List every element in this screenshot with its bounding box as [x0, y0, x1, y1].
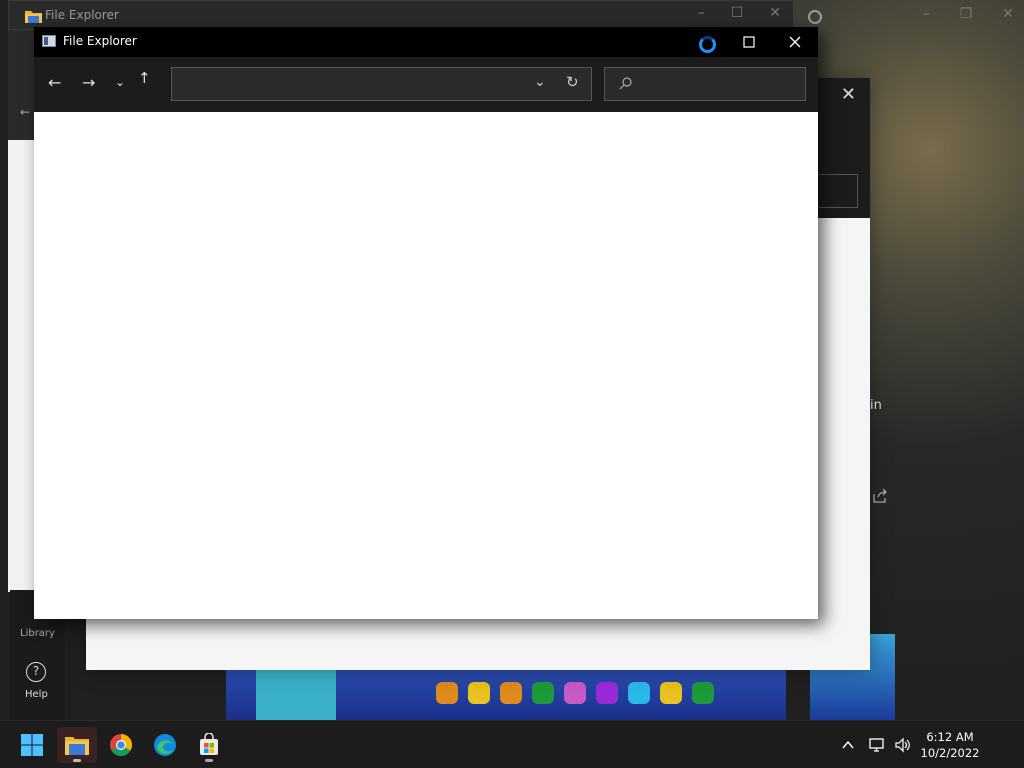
game-tile — [596, 682, 618, 704]
close-icon[interactable]: ✕ — [769, 5, 781, 21]
partial-text: in — [870, 398, 882, 413]
search-input[interactable] — [639, 72, 799, 96]
search-icon — [619, 77, 632, 90]
background-window-controls: – ☐ ✕ — [698, 5, 781, 21]
background-app-controls: – ❐ ✕ — [923, 6, 1014, 22]
desktop: File Explorer – ☐ ✕ – ❐ ✕ ← Library ? He… — [0, 0, 1024, 768]
background-window-titlebar: File Explorer – ☐ ✕ — [8, 0, 794, 30]
clock-date: 10/2/2022 — [920, 746, 980, 760]
background-window-title: File Explorer — [45, 8, 119, 22]
file-explorer-content[interactable] — [34, 112, 818, 619]
file-explorer-titlebar[interactable]: File Explorer — [34, 27, 818, 57]
edge-icon — [154, 734, 176, 756]
game-tile — [564, 682, 586, 704]
library-label[interactable]: Library — [20, 628, 55, 639]
help-icon[interactable]: ? — [26, 662, 46, 682]
game-tile — [256, 670, 336, 720]
volume-icon[interactable] — [894, 737, 912, 753]
taskbar: 6:12 AM 10/2/2022 — [0, 720, 1024, 768]
taskbar-file-explorer[interactable] — [57, 727, 97, 763]
address-bar[interactable]: ⌄ ↻ — [171, 67, 592, 101]
close-icon[interactable]: ✕ — [1002, 6, 1014, 22]
game-tile — [468, 682, 490, 704]
game-tile — [660, 682, 682, 704]
background-window-content — [8, 140, 34, 592]
refresh-icon[interactable]: ↻ — [566, 73, 579, 91]
system-tray — [840, 721, 912, 768]
up-button[interactable]: ↑ — [138, 69, 151, 87]
folder-icon — [65, 737, 89, 755]
clock[interactable]: 6:12 AM 10/2/2022 — [918, 729, 982, 761]
chevron-up-icon[interactable] — [840, 737, 856, 753]
window-title: File Explorer — [63, 34, 137, 48]
forward-button[interactable]: → — [82, 73, 95, 92]
start-button[interactable] — [12, 727, 52, 763]
search-box[interactable] — [604, 67, 806, 101]
help-label[interactable]: Help — [25, 689, 48, 700]
maximize-button[interactable] — [726, 27, 772, 57]
background-dialog-field[interactable] — [816, 174, 858, 208]
maximize-icon — [743, 36, 755, 48]
file-explorer-toolbar: ← → ⌄ ↑ ⌄ ↻ — [34, 57, 818, 112]
background-app-titlebar: – ❐ ✕ — [794, 0, 1024, 32]
user-icon[interactable] — [808, 10, 822, 24]
maximize-icon[interactable]: ☐ — [731, 5, 744, 21]
active-indicator — [73, 759, 81, 762]
running-indicator — [205, 759, 213, 762]
network-icon[interactable] — [868, 737, 886, 753]
game-tile — [532, 682, 554, 704]
back-button[interactable]: ← — [48, 73, 61, 92]
close-button[interactable] — [772, 27, 818, 57]
taskbar-edge[interactable] — [145, 727, 185, 763]
game-tile — [692, 682, 714, 704]
taskbar-store[interactable] — [189, 727, 229, 763]
file-explorer-app-icon — [42, 35, 56, 47]
share-icon — [873, 488, 887, 503]
game-tile — [436, 682, 458, 704]
restore-icon[interactable]: ❐ — [960, 6, 973, 22]
windows-logo-icon — [21, 734, 43, 756]
taskbar-chrome[interactable] — [101, 727, 141, 763]
back-arrow-icon: ← — [20, 105, 31, 119]
game-tile — [628, 682, 650, 704]
chrome-icon — [110, 734, 132, 756]
folder-icon — [25, 11, 42, 23]
game-board-strip — [226, 670, 786, 720]
loading-spinner-icon — [699, 36, 716, 53]
file-explorer-window: File Explorer ← → ⌄ ↑ ⌄ ↻ — [34, 27, 818, 619]
store-icon — [200, 733, 218, 755]
clock-time: 6:12 AM — [926, 730, 974, 744]
close-icon — [789, 36, 801, 48]
minimize-icon[interactable]: – — [698, 5, 705, 21]
background-window-edge: ← — [8, 30, 34, 592]
game-tile — [500, 682, 522, 704]
recent-locations-button[interactable]: ⌄ — [115, 75, 125, 89]
close-icon[interactable]: ✕ — [841, 84, 856, 105]
minimize-icon[interactable]: – — [923, 6, 930, 22]
chevron-down-icon[interactable]: ⌄ — [534, 74, 546, 90]
